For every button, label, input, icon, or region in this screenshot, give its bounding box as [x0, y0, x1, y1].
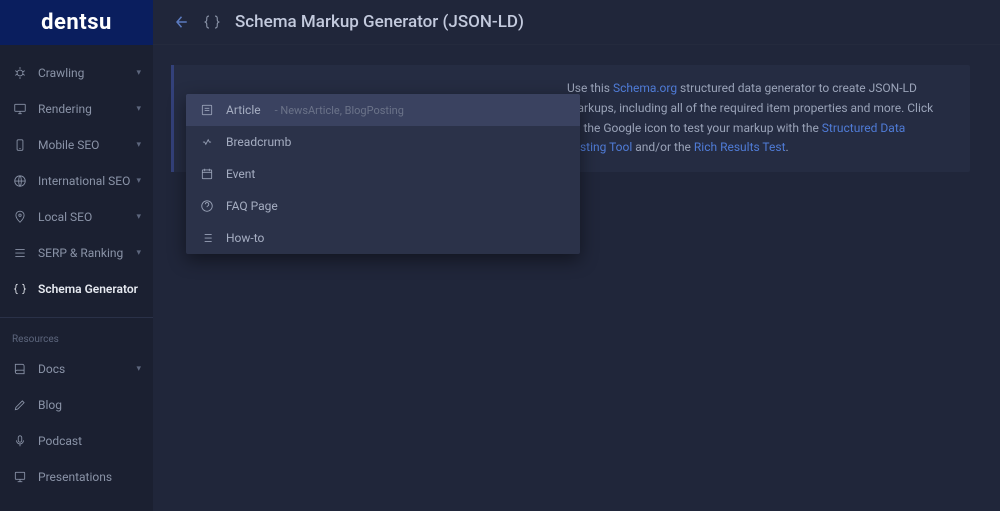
sidebar-item-docs[interactable]: Docs ▾ [0, 351, 153, 387]
pin-icon [12, 209, 28, 225]
braces-icon [12, 281, 28, 297]
globe-icon [12, 173, 28, 189]
calendar-icon [200, 167, 214, 181]
page-header: Schema Markup Generator (JSON-LD) [153, 0, 1000, 45]
dropdown-item-breadcrumb[interactable]: Breadcrumb [186, 126, 580, 158]
sidebar-item-label: Blog [38, 398, 62, 412]
chevron-down-icon: ▾ [136, 364, 141, 374]
dropdown-item-label: Event [226, 167, 255, 181]
sidebar-item-schema-generator[interactable]: Schema Generator [0, 271, 153, 307]
dropdown-item-label: How-to [226, 231, 264, 245]
monitor-icon [12, 101, 28, 117]
dropdown-item-subtitle: - NewsArticle, BlogPosting [275, 104, 404, 117]
tool-panel: Article - NewsArticle, BlogPosting Bread… [171, 65, 970, 172]
chevron-down-icon: ▾ [136, 248, 141, 258]
dropdown-item-event[interactable]: Event [186, 158, 580, 190]
resources-section-label: Resources [0, 318, 153, 351]
sidebar-item-label: Mobile SEO [38, 138, 99, 152]
sidebar-item-label: Presentations [38, 470, 112, 484]
pencil-icon [12, 397, 28, 413]
chevron-down-icon: ▾ [136, 140, 141, 150]
help-icon [200, 199, 214, 213]
brand-logo[interactable]: dentsu [0, 0, 153, 45]
main-content: Schema Markup Generator (JSON-LD) Articl… [153, 0, 1000, 511]
main-nav: Crawling ▾ Rendering ▾ Mobile SEO ▾ [0, 45, 153, 495]
sidebar-item-podcast[interactable]: Podcast [0, 423, 153, 459]
schema-org-link[interactable]: Schema.org [613, 81, 677, 95]
sidebar-item-rendering[interactable]: Rendering ▾ [0, 91, 153, 127]
sidebar: dentsu Crawling ▾ Rendering ▾ Mo [0, 0, 153, 511]
chevron-down-icon: ▾ [136, 68, 141, 78]
sidebar-item-blog[interactable]: Blog [0, 387, 153, 423]
schema-type-dropdown: Article - NewsArticle, BlogPosting Bread… [186, 94, 580, 254]
presentation-icon [12, 469, 28, 485]
rich-results-link[interactable]: Rich Results Test [694, 140, 786, 154]
mobile-icon [12, 137, 28, 153]
mic-icon [12, 433, 28, 449]
intro-text: Use this Schema.org structured data gene… [553, 65, 970, 172]
back-button[interactable] [171, 13, 189, 31]
sidebar-item-label: Crawling [38, 66, 84, 80]
sidebar-item-presentations[interactable]: Presentations [0, 459, 153, 495]
sidebar-item-label: Local SEO [38, 210, 92, 224]
sidebar-item-label: SERP & Ranking [38, 246, 123, 260]
breadcrumb-icon [200, 135, 214, 149]
sidebar-item-label: Podcast [38, 434, 82, 448]
list-icon [12, 245, 28, 261]
chevron-down-icon: ▾ [136, 104, 141, 114]
sidebar-item-mobile-seo[interactable]: Mobile SEO ▾ [0, 127, 153, 163]
schema-select-column: Article - NewsArticle, BlogPosting Bread… [171, 65, 553, 172]
sidebar-item-serp-ranking[interactable]: SERP & Ranking ▾ [0, 235, 153, 271]
dropdown-item-faq[interactable]: FAQ Page [186, 190, 580, 222]
braces-icon [203, 13, 221, 31]
sidebar-item-label: Schema Generator [38, 282, 138, 296]
dropdown-item-label: Breadcrumb [226, 135, 291, 149]
article-icon [200, 103, 214, 117]
sidebar-item-label: Docs [38, 362, 65, 376]
dropdown-item-label: Article [226, 103, 261, 117]
sidebar-item-label: Rendering [38, 102, 92, 116]
content-area: Article - NewsArticle, BlogPosting Bread… [153, 45, 1000, 192]
dropdown-item-howto[interactable]: How-to [186, 222, 580, 254]
dropdown-item-label: FAQ Page [226, 199, 278, 213]
chevron-down-icon: ▾ [136, 176, 141, 186]
chevron-down-icon: ▾ [136, 212, 141, 222]
book-icon [12, 361, 28, 377]
list-icon [200, 231, 214, 245]
sidebar-item-crawling[interactable]: Crawling ▾ [0, 55, 153, 91]
sidebar-item-international-seo[interactable]: International SEO ▾ [0, 163, 153, 199]
sidebar-item-local-seo[interactable]: Local SEO ▾ [0, 199, 153, 235]
bug-icon [12, 65, 28, 81]
dropdown-item-article[interactable]: Article - NewsArticle, BlogPosting [186, 94, 580, 126]
sidebar-item-label: International SEO [38, 174, 130, 188]
page-title: Schema Markup Generator (JSON-LD) [235, 12, 524, 32]
